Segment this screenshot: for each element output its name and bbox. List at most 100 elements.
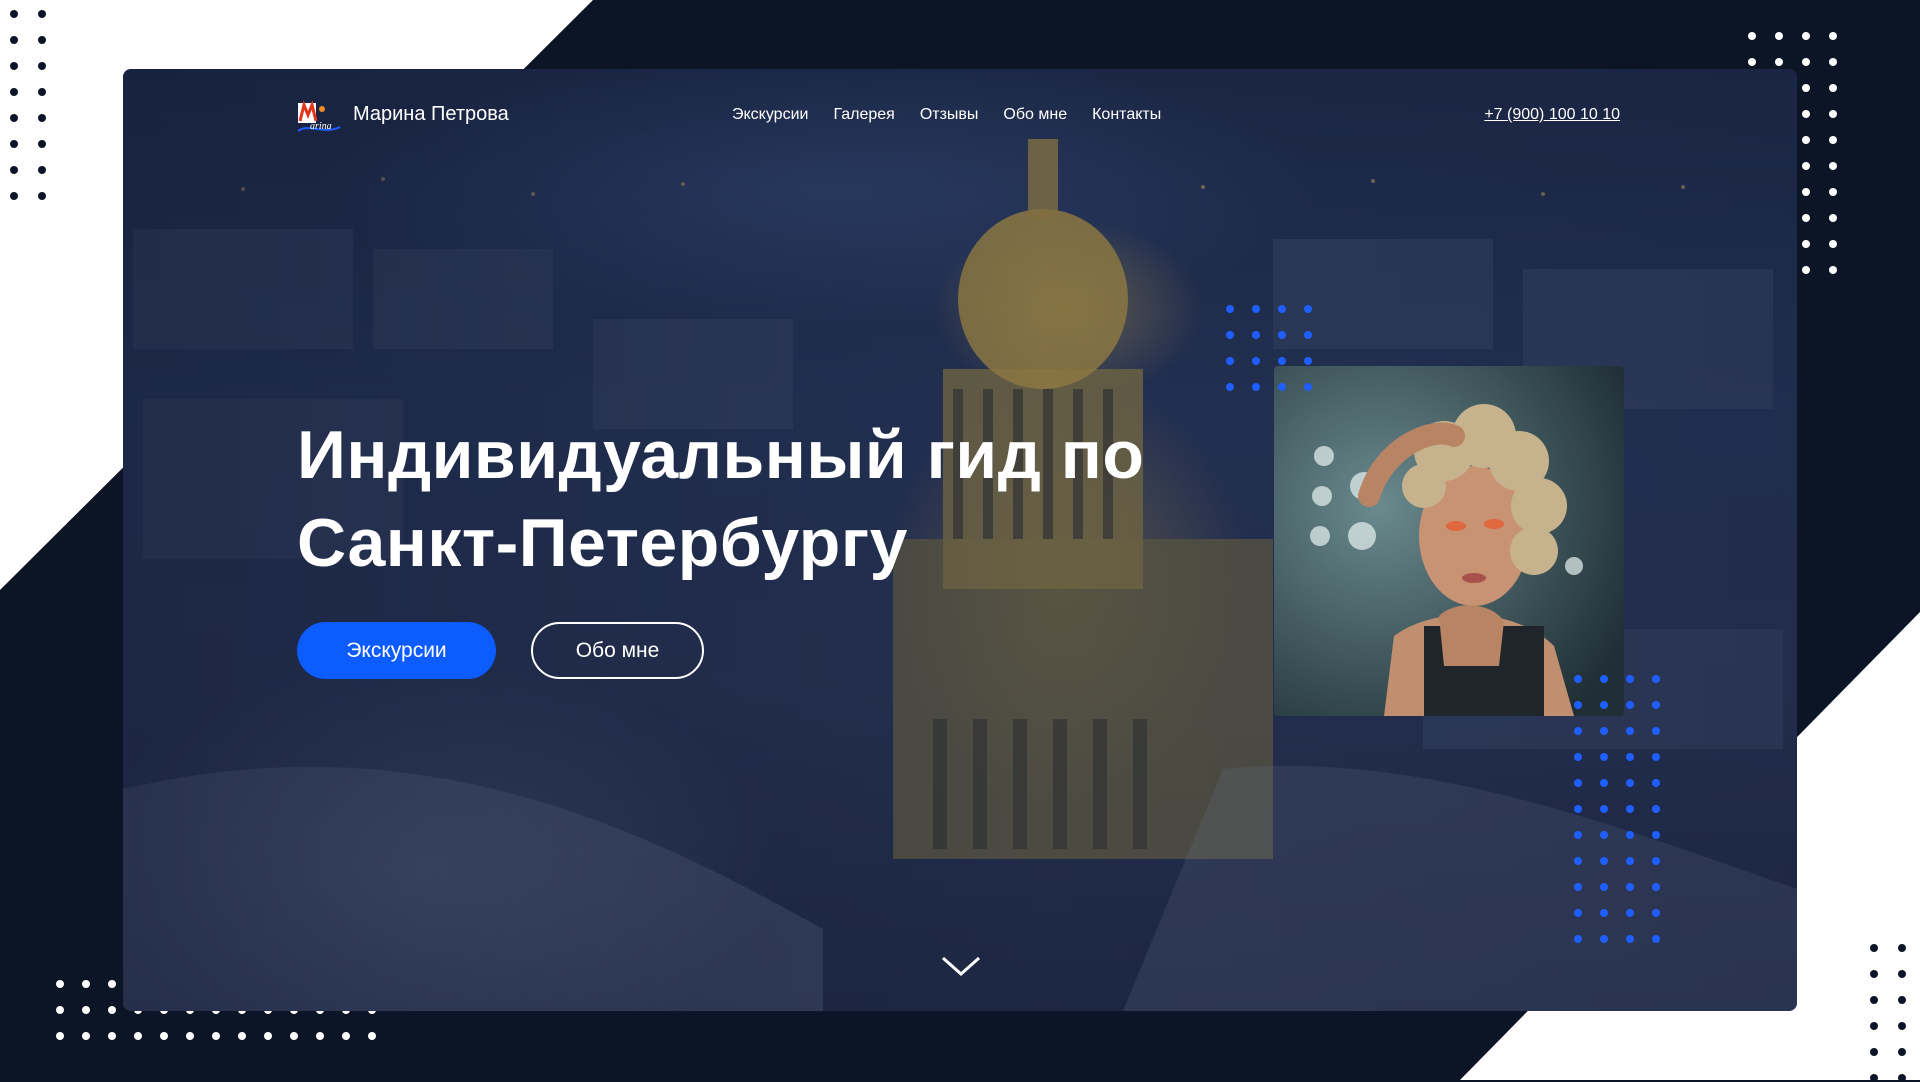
dot (1226, 357, 1234, 365)
dot (1574, 727, 1582, 735)
dot (38, 140, 46, 148)
dot (1652, 727, 1660, 735)
dot (1652, 883, 1660, 891)
dot (1626, 857, 1634, 865)
dot (1748, 58, 1756, 66)
dot (1802, 188, 1810, 196)
dot (1278, 305, 1286, 313)
hero-title: Индивидуальный гид по Санкт-Петербургу (297, 411, 1177, 587)
dot (1626, 779, 1634, 787)
dot (1574, 701, 1582, 709)
dot (1870, 996, 1878, 1004)
dot (1829, 188, 1837, 196)
dot (1574, 909, 1582, 917)
dot (38, 114, 46, 122)
dot (1829, 58, 1837, 66)
dot (1898, 944, 1906, 952)
dot (1600, 753, 1608, 761)
dot (10, 166, 18, 174)
phone-link[interactable]: +7 (900) 100 10 10 (1484, 106, 1620, 124)
nav-item-about[interactable]: Обо мне (1003, 106, 1067, 124)
dot (1304, 331, 1312, 339)
dot (1829, 266, 1837, 274)
dot (10, 114, 18, 122)
about-button[interactable]: Обо мне (531, 622, 704, 679)
dot (1252, 383, 1260, 391)
dot (1278, 383, 1286, 391)
dot (1748, 32, 1756, 40)
dot (1829, 32, 1837, 40)
dot (1600, 831, 1608, 839)
dot (1600, 857, 1608, 865)
dot (316, 1032, 324, 1040)
dot (1626, 883, 1634, 891)
dot (38, 36, 46, 44)
dot (1574, 753, 1582, 761)
hero-section: arina Марина Петрова Экскурсии Галерея О… (123, 69, 1797, 1011)
dot (1652, 909, 1660, 917)
dot (1652, 831, 1660, 839)
dot (1652, 805, 1660, 813)
dot (1898, 1048, 1906, 1056)
dot (1802, 136, 1810, 144)
chevron-down-icon[interactable] (941, 954, 981, 978)
svg-text:arina: arina (310, 121, 332, 132)
dot (1252, 305, 1260, 313)
dot (1829, 110, 1837, 118)
decorative-blue-dots (1574, 675, 1660, 943)
dot (1626, 675, 1634, 683)
dot (10, 62, 18, 70)
guide-portrait-image (1274, 366, 1624, 716)
dot (1574, 779, 1582, 787)
dot (1652, 675, 1660, 683)
dot (1829, 240, 1837, 248)
dot (1802, 240, 1810, 248)
dot (1775, 32, 1783, 40)
dot (264, 1032, 272, 1040)
brand-name[interactable]: Марина Петрова (353, 103, 509, 126)
top-navigation: arina Марина Петрова Экскурсии Галерея О… (123, 69, 1797, 169)
decorative-dots (1870, 944, 1906, 1082)
dot (1574, 935, 1582, 943)
dot (1226, 331, 1234, 339)
dot (1252, 357, 1260, 365)
dot (1802, 110, 1810, 118)
dot (1574, 805, 1582, 813)
dot (1626, 831, 1634, 839)
dot (134, 1032, 142, 1040)
dot (1626, 909, 1634, 917)
dot (10, 36, 18, 44)
dot (108, 1032, 116, 1040)
nav-item-reviews[interactable]: Отзывы (920, 106, 979, 124)
dot (238, 1032, 246, 1040)
dot (1600, 675, 1608, 683)
dot (1829, 84, 1837, 92)
dot (1304, 357, 1312, 365)
dot (82, 1032, 90, 1040)
dot (1802, 84, 1810, 92)
dot (1304, 305, 1312, 313)
dot (1226, 383, 1234, 391)
dot (1600, 935, 1608, 943)
dot (1252, 331, 1260, 339)
nav-item-gallery[interactable]: Галерея (833, 106, 894, 124)
dot (1802, 162, 1810, 170)
excursions-button[interactable]: Экскурсии (297, 622, 496, 679)
dot (108, 980, 116, 988)
hero-title-line-1: Индивидуальный гид по (297, 417, 1145, 493)
decorative-blue-dots (1226, 305, 1312, 391)
dot (38, 88, 46, 96)
dot (1802, 58, 1810, 66)
dot (1898, 1022, 1906, 1030)
dot (1898, 970, 1906, 978)
dot (1600, 909, 1608, 917)
dot (1626, 701, 1634, 709)
dot (1870, 1022, 1878, 1030)
dot (1600, 779, 1608, 787)
dot (1829, 136, 1837, 144)
dot (1626, 753, 1634, 761)
dot (38, 166, 46, 174)
nav-item-contacts[interactable]: Контакты (1092, 106, 1161, 124)
marina-logo-icon[interactable]: arina (296, 99, 342, 137)
nav-item-excursions[interactable]: Экскурсии (732, 106, 808, 124)
